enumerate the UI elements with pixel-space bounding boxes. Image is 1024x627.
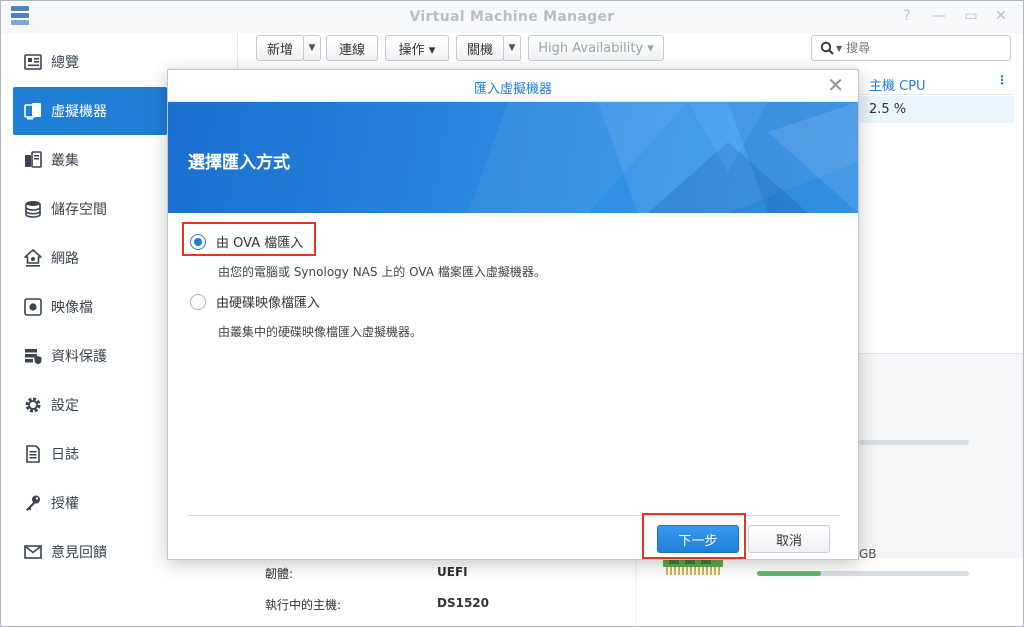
sidebar-item-label: 映像檔 [51,300,93,316]
virtual-machine-icon [23,101,43,121]
radio-button-unselected[interactable] [190,293,206,310]
sidebar-item-label: 儲存空間 [51,202,107,218]
help-icon[interactable]: ? [899,8,915,24]
shutdown-dropdown-button[interactable]: ▼ [503,35,521,61]
usage-bar [859,440,969,445]
overview-icon [23,52,43,72]
running-host-value: DS1520 [437,596,490,610]
action-button[interactable]: 操作 ▾ [385,35,449,61]
connect-button[interactable]: 連線 [326,35,378,61]
sidebar-item-data-protection[interactable]: 資料保護 [13,332,167,380]
radio-button-selected[interactable] [190,233,206,250]
sidebar-item-label: 總覽 [51,55,79,71]
high-availability-button[interactable]: High Availability ▾ [528,35,664,61]
sidebar-item-settings[interactable]: 設定 [13,381,167,429]
sidebar: 總覽 虛擬機器 叢集 儲存空間 網路 映像檔 資料保護 設定 日誌 授權 意見回… [1,37,167,626]
sidebar-item-label: 網路 [51,251,79,267]
license-key-icon [23,493,43,513]
search-input[interactable] [846,41,987,55]
dialog-header: 匯入虛擬機器 ✕ [168,70,858,102]
cancel-button[interactable]: 取消 [748,525,830,553]
dialog-close-icon[interactable]: ✕ [827,75,844,95]
next-button[interactable]: 下一步 [657,525,739,553]
maximize-icon[interactable]: ▭ [963,8,979,24]
create-button[interactable]: 新增 [256,35,304,61]
details-tabbar [859,304,1023,354]
ram-usage-bar [757,571,969,576]
sidebar-item-label: 日誌 [51,447,79,463]
radio-option-description: 由您的電腦或 Synology NAS 上的 OVA 檔案匯入虛擬機器。 [218,265,546,279]
sidebar-item-label: 設定 [51,398,79,414]
table-row[interactable]: 2.5 % [859,96,1014,123]
running-host-label: 執行中的主機: [265,598,342,612]
radio-option-ova[interactable]: 由 OVA 檔匯入 [190,232,303,251]
sidebar-item-label: 叢集 [51,153,79,169]
sidebar-item-cluster[interactable]: 叢集 [13,136,167,184]
sidebar-item-label: 意見回饋 [51,545,107,561]
radio-option-label: 由 OVA 檔匯入 [216,236,304,251]
sidebar-item-log[interactable]: 日誌 [13,430,167,478]
minimize-icon[interactable]: — [931,8,947,24]
chevron-down-icon: ▼ [508,43,516,53]
radio-option-disk-image[interactable]: 由硬碟映像檔匯入 [190,292,320,311]
close-window-icon[interactable]: ✕ [993,8,1009,24]
sidebar-item-virtual-machine[interactable]: 虛擬機器 [13,87,167,135]
sidebar-item-network[interactable]: 網路 [13,234,167,282]
host-cpu-value: 2.5 % [869,102,907,117]
sidebar-item-storage[interactable]: 儲存空間 [13,185,167,233]
search-icon[interactable]: ▼ [820,41,842,55]
data-protection-icon [23,346,43,366]
sidebar-item-label: 資料保護 [51,349,107,365]
settings-gear-icon [23,395,43,415]
cluster-icon [23,150,43,170]
vm-list-header: 主機 CPU ⋮ [859,71,1014,95]
search-box[interactable]: ▼ [811,35,1011,61]
column-header-host-cpu[interactable]: 主機 CPU [869,75,926,94]
chevron-down-icon: ▼ [308,43,316,53]
sidebar-item-label: 授權 [51,496,79,512]
firmware-label: 韌體: [265,567,294,581]
sidebar-item-overview[interactable]: 總覽 [13,38,167,86]
dialog-banner: 選擇匯入方式 [168,102,858,213]
sidebar-item-image[interactable]: 映像檔 [13,283,167,331]
create-dropdown-button[interactable]: ▼ [303,35,321,61]
log-icon [23,444,43,464]
radio-option-description: 由叢集中的硬碟映像檔匯入虛擬機器。 [218,325,423,339]
sidebar-item-feedback[interactable]: 意見回饋 [13,528,167,576]
firmware-value: UEFI [437,565,468,579]
radio-option-label: 由硬碟映像檔匯入 [216,296,321,311]
window-title: Virtual Machine Manager [409,9,615,25]
import-vm-dialog: 匯入虛擬機器 ✕ 選擇匯入方式 由 OVA 檔匯入 由您的電腦或 Synolog… [167,69,859,560]
image-icon [23,297,43,317]
shutdown-button[interactable]: 關機 [456,35,504,61]
ram-usage-fill [757,571,821,576]
network-icon [23,248,43,268]
title-bar: Virtual Machine Manager ? — ▭ ✕ [1,1,1023,33]
dialog-title: 匯入虛擬機器 [473,82,552,97]
sidebar-item-label: 虛擬機器 [51,104,107,120]
storage-icon [23,199,43,219]
step-title: 選擇匯入方式 [188,153,290,173]
toolbar: 新增 ▼ 連線 操作 ▾ 關機 ▼ High Availability ▾ ▼ [237,33,1023,69]
vmm-window: Virtual Machine Manager ? — ▭ ✕ 總覽 虛擬機器 … [0,0,1024,627]
sidebar-item-license[interactable]: 授權 [13,479,167,527]
column-options-icon[interactable]: ⋮ [996,73,1008,87]
feedback-mail-icon [23,542,43,562]
vm-info-panel: 韌體: UEFI 執行中的主機: DS1520 [237,558,635,626]
